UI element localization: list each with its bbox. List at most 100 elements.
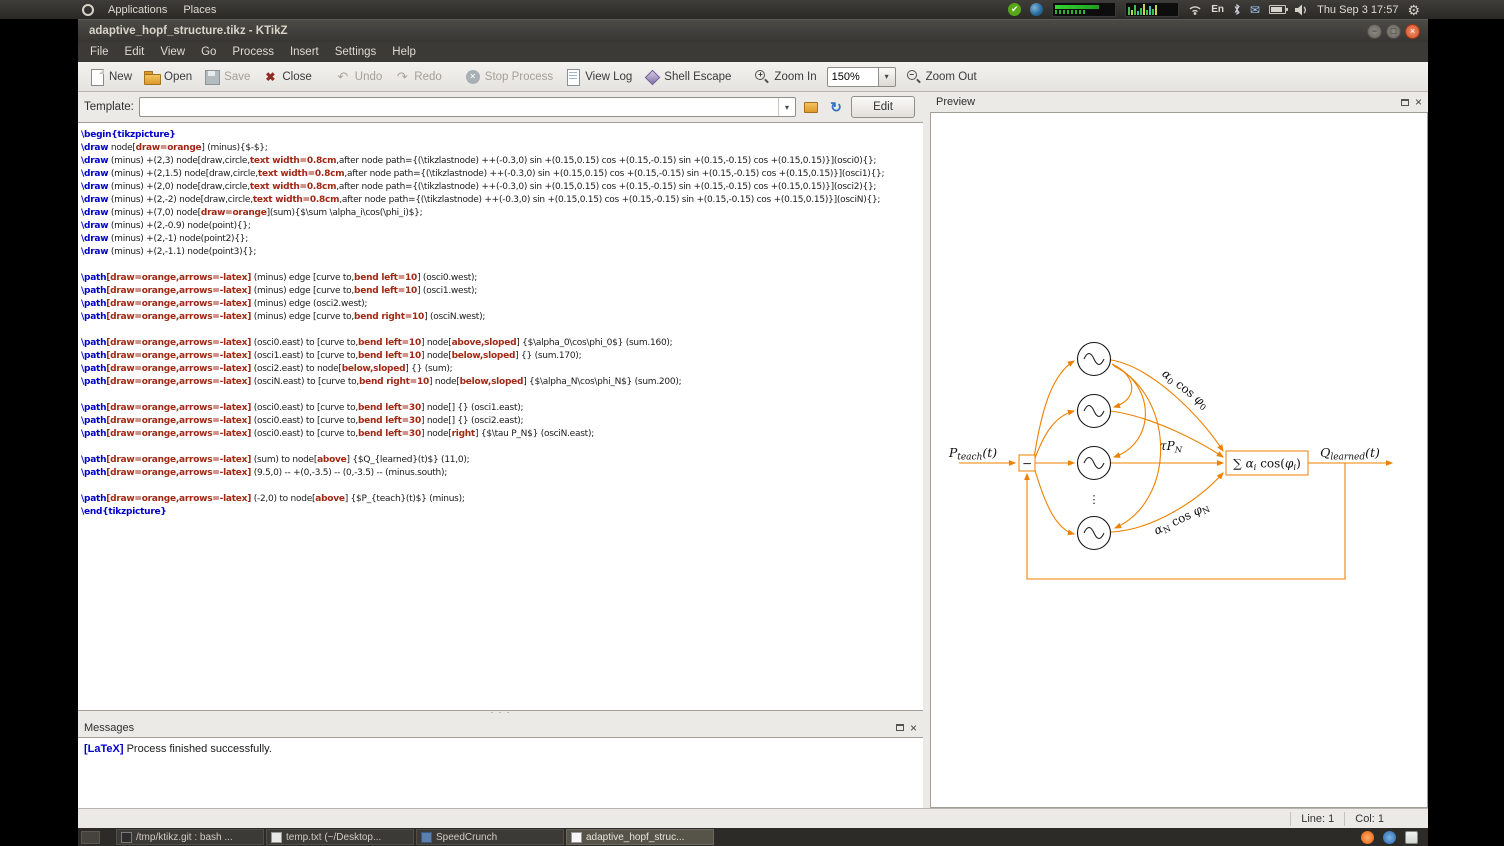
- minus-glyph: −: [907, 70, 917, 80]
- wifi-icon[interactable]: [1188, 4, 1202, 15]
- taskbar-window-label: /tmp/ktikz.git : bash ...: [136, 832, 233, 843]
- volume-icon[interactable]: [1295, 4, 1308, 16]
- zoom-dropdown-button[interactable]: ▾: [879, 67, 896, 87]
- tray-blue-icon[interactable]: [1383, 831, 1396, 844]
- menu-process[interactable]: Process: [224, 44, 282, 60]
- zoom-out-icon: −: [906, 69, 922, 85]
- menu-go[interactable]: Go: [193, 44, 224, 60]
- view-log-button[interactable]: View Log: [560, 66, 637, 88]
- taskbar-window-button[interactable]: /tmp/ktikz.git : bash ...: [116, 829, 264, 845]
- menu-settings[interactable]: Settings: [327, 44, 385, 60]
- applications-menu[interactable]: Applications: [101, 2, 174, 18]
- code-line: \path[draw=orange,arrows=-latex] (osci2.…: [81, 363, 921, 376]
- keyboard-layout-indicator[interactable]: En: [1211, 4, 1224, 15]
- distributor-logo-icon[interactable]: [82, 4, 94, 16]
- view-log-label: View Log: [585, 71, 632, 83]
- editor-messages-splitter[interactable]: [78, 711, 923, 718]
- panel-indicators: ✔ En ✉: [1008, 2, 1504, 17]
- clock[interactable]: Thu Sep 3 17:57: [1317, 4, 1398, 16]
- code-line: \draw (minus) +(7,0) node[draw=orange](s…: [81, 207, 921, 220]
- status-col: Col: 1: [1344, 812, 1394, 826]
- code-line: [81, 441, 921, 454]
- chevron-down-icon[interactable]: ▾: [778, 98, 795, 116]
- close-dock-icon[interactable]: ×: [1415, 97, 1422, 107]
- template-open-button[interactable]: [801, 97, 821, 117]
- template-input[interactable]: [140, 101, 778, 113]
- places-menu[interactable]: Places: [176, 2, 223, 18]
- code-line: \draw (minus) +(2,1.5) node[draw,circle,…: [81, 168, 921, 181]
- taskbar-window-button[interactable]: SpeedCrunch: [416, 829, 564, 845]
- code-line: \path[draw=orange,arrows=-latex] (osci0.…: [81, 337, 921, 350]
- float-dock-icon[interactable]: [896, 724, 904, 731]
- show-desktop-button[interactable]: [81, 831, 100, 844]
- code-line: \path[draw=orange,arrows=-latex] (osci0.…: [81, 402, 921, 415]
- float-dock-icon[interactable]: [1401, 99, 1409, 106]
- window-titlebar[interactable]: adaptive_hopf_structure.tikz - KTikZ − □…: [78, 19, 1428, 42]
- tray-app-icon[interactable]: [1405, 831, 1418, 844]
- tray-orange-icon[interactable]: [1361, 831, 1374, 844]
- tau-label: τPN: [1160, 439, 1183, 456]
- close-dock-icon[interactable]: ×: [910, 723, 917, 733]
- editor-preview-splitter[interactable]: [923, 92, 930, 808]
- new-label: New: [109, 71, 132, 83]
- main-content: Template: ▾ ↻ Edit \begin{tikzpicture}\d…: [78, 92, 1428, 808]
- preview-pane: Preview ×: [930, 92, 1428, 808]
- cpu-history-widget[interactable]: [1125, 2, 1179, 17]
- code-editor[interactable]: \begin{tikzpicture}\draw node[draw=orang…: [78, 122, 923, 711]
- menu-edit[interactable]: Edit: [117, 44, 153, 60]
- minimize-button[interactable]: −: [1367, 24, 1382, 39]
- zoom-in-button[interactable]: + Zoom In: [749, 66, 821, 88]
- monitor-ticks: [1055, 10, 1087, 14]
- tikz-preview-diagram: − ⋮ Pteach(t) ∑ αi cos(φi) Qlearned(t): [931, 113, 1427, 807]
- code-line: [81, 259, 921, 272]
- minus-to-osci1: [1034, 411, 1074, 461]
- code-line: \path[draw=orange,arrows=-latex] (osci0.…: [81, 428, 921, 441]
- minus-to-osci0: [1034, 361, 1074, 458]
- alpha0-label: α0 cos φ0: [1158, 366, 1212, 413]
- taskbar-window-label: SpeedCrunch: [436, 832, 497, 843]
- check-status-icon[interactable]: ✔: [1008, 3, 1021, 16]
- shell-escape-button[interactable]: Shell Escape: [639, 66, 736, 88]
- code-line: \path[draw=orange,arrows=-latex] (minus)…: [81, 311, 921, 324]
- menu-view[interactable]: View: [152, 44, 193, 60]
- template-edit-button[interactable]: Edit: [851, 96, 915, 118]
- system-monitor-widget[interactable]: [1052, 2, 1116, 17]
- messages-log[interactable]: [LaTeX] Process finished successfully.: [78, 737, 923, 808]
- close-file-button[interactable]: ✖ Close: [257, 66, 316, 88]
- new-button[interactable]: New: [84, 66, 137, 88]
- close-window-button[interactable]: ×: [1405, 24, 1420, 39]
- maximize-button[interactable]: □: [1386, 24, 1401, 39]
- pteach-label: Pteach(t): [948, 445, 997, 463]
- stop-icon: ✕: [466, 70, 480, 84]
- code-line: \end{tikzpicture}: [81, 506, 921, 519]
- editor-pane: Template: ▾ ↻ Edit \begin{tikzpicture}\d…: [78, 92, 923, 808]
- panel-menus: Applications Places: [0, 2, 223, 18]
- bluetooth-icon[interactable]: [1233, 3, 1241, 16]
- terminal-icon: [121, 832, 132, 843]
- taskbar-window-button[interactable]: adaptive_hopf_struc...: [566, 829, 714, 845]
- code-line: \path[draw=orange,arrows=-latex] (osci0.…: [81, 415, 921, 428]
- zoom-in-label: Zoom In: [774, 71, 816, 83]
- zoom-level-input[interactable]: [827, 67, 879, 87]
- shell-escape-label: Shell Escape: [664, 71, 731, 83]
- redo-button: ↷ Redo: [389, 66, 447, 88]
- globe-icon[interactable]: [1030, 3, 1043, 16]
- menu-help[interactable]: Help: [384, 44, 424, 60]
- preview-dock-header: Preview ×: [930, 92, 1428, 112]
- preview-canvas[interactable]: − ⋮ Pteach(t) ∑ αi cos(φi) Qlearned(t): [930, 112, 1428, 808]
- menu-file[interactable]: File: [82, 44, 117, 60]
- osci0-to-osciN: [1114, 366, 1161, 528]
- gear-icon[interactable]: ⚙: [1407, 3, 1420, 17]
- zoom-out-button[interactable]: − Zoom Out: [901, 66, 982, 88]
- taskbar-window-button[interactable]: temp.txt (~/Desktop...: [266, 829, 414, 845]
- taskbar-items: /tmp/ktikz.git : bash ... temp.txt (~/Des…: [116, 829, 716, 845]
- menu-insert[interactable]: Insert: [282, 44, 327, 60]
- close-label: Close: [282, 71, 311, 83]
- mail-icon[interactable]: ✉: [1250, 4, 1260, 16]
- zoom-level-combobox: ▾: [827, 67, 896, 87]
- close-x-icon: ✖: [262, 69, 278, 85]
- main-toolbar: New Open Save ✖ Close ↶ Undo ↷ Redo ✕ St…: [78, 62, 1428, 92]
- open-button[interactable]: Open: [139, 66, 197, 88]
- battery-icon[interactable]: [1269, 5, 1286, 14]
- template-reload-button[interactable]: ↻: [826, 97, 846, 117]
